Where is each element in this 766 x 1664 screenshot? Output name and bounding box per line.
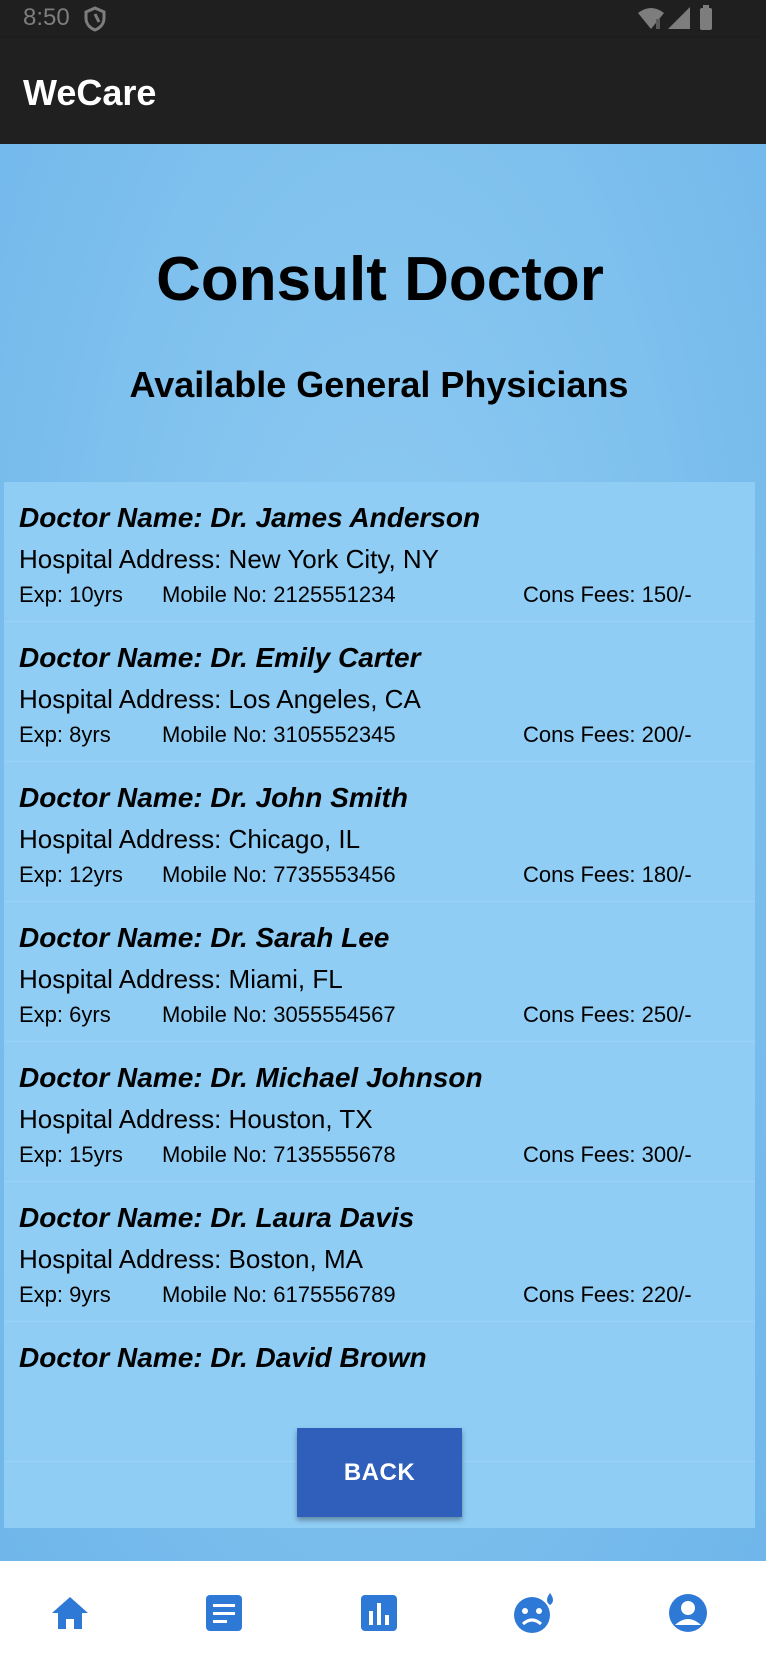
nav-profile[interactable] bbox=[666, 1591, 710, 1635]
doctor-item[interactable]: Doctor Name: Dr. Sarah Lee Hospital Addr… bbox=[4, 902, 755, 1042]
shield-icon bbox=[84, 6, 106, 37]
doctor-name: Doctor Name: Dr. James Anderson bbox=[19, 502, 481, 533]
sad-face-icon bbox=[514, 1593, 553, 1633]
status-time: 8:50 bbox=[23, 4, 70, 31]
page-subtitle: Available General Physicians bbox=[129, 364, 629, 405]
doctor-item[interactable]: Doctor Name: Dr. Laura Davis Hospital Ad… bbox=[4, 1182, 755, 1322]
doctor-mobile: Mobile No: 6175556789 bbox=[162, 1282, 396, 1307]
doctor-name: Doctor Name: Dr. Sarah Lee bbox=[19, 922, 390, 953]
doctor-item[interactable]: Doctor Name: Dr. Emily Carter Hospital A… bbox=[4, 622, 755, 762]
doctor-name: Doctor Name: Dr. Michael Johnson bbox=[19, 1062, 483, 1093]
nav-records[interactable] bbox=[202, 1591, 246, 1635]
doctor-name: Doctor Name: Dr. David Brown bbox=[19, 1342, 427, 1373]
wifi-icon bbox=[638, 8, 664, 29]
doctor-item[interactable]: Doctor Name: Dr. John Smith Hospital Add… bbox=[4, 762, 755, 902]
doctor-name: Doctor Name: Dr. Emily Carter bbox=[19, 642, 421, 673]
doctor-name: Doctor Name: Dr. John Smith bbox=[19, 782, 408, 813]
hospital-address: Hospital Address: Houston, TX bbox=[19, 1104, 373, 1134]
doctor-experience: Exp: 9yrs bbox=[19, 1282, 111, 1307]
doctor-experience: Exp: 8yrs bbox=[19, 722, 111, 747]
doctor-name: Doctor Name: Dr. Laura Davis bbox=[19, 1202, 415, 1233]
page-title: Consult Doctor bbox=[156, 245, 604, 314]
hospital-address: Hospital Address: Los Angeles, CA bbox=[19, 684, 421, 714]
nav-home[interactable] bbox=[48, 1591, 92, 1635]
hospital-address: Hospital Address: Miami, FL bbox=[19, 964, 343, 994]
doctor-mobile: Mobile No: 7735553456 bbox=[162, 862, 396, 887]
doctor-list[interactable]: Doctor Name: Dr. James Anderson Hospital… bbox=[4, 482, 755, 1528]
nav-stats[interactable] bbox=[357, 1591, 401, 1635]
profile-icon bbox=[669, 1594, 707, 1632]
bottom-navigation bbox=[0, 1561, 766, 1664]
doctor-mobile: Mobile No: 2125551234 bbox=[162, 582, 396, 607]
doctor-experience: Exp: 15yrs bbox=[19, 1142, 123, 1167]
doctor-mobile: Mobile No: 7135555678 bbox=[162, 1142, 396, 1167]
consultation-fees: Cons Fees: 150/- bbox=[523, 582, 692, 607]
doctor-experience: Exp: 12yrs bbox=[19, 862, 123, 887]
app-title: WeCare bbox=[23, 72, 157, 113]
consultation-fees: Cons Fees: 300/- bbox=[523, 1142, 692, 1167]
doctor-item[interactable]: Doctor Name: Dr. James Anderson Hospital… bbox=[4, 482, 755, 622]
doctor-experience: Exp: 10yrs bbox=[19, 582, 123, 607]
battery-icon bbox=[700, 5, 712, 30]
home-icon bbox=[52, 1597, 88, 1629]
main-content: Consult Doctor Available General Physici… bbox=[0, 144, 766, 1561]
consultation-fees: Cons Fees: 200/- bbox=[523, 722, 692, 747]
document-icon bbox=[206, 1595, 242, 1631]
consultation-fees: Cons Fees: 180/- bbox=[523, 862, 692, 887]
hospital-address: Hospital Address: New York City, NY bbox=[19, 544, 440, 574]
status-bar: 8:50 bbox=[0, 0, 766, 38]
doctor-item[interactable]: Doctor Name: Dr. Michael Johnson Hospita… bbox=[4, 1042, 755, 1182]
status-icons bbox=[636, 5, 716, 38]
signal-icon bbox=[668, 7, 690, 29]
app-bar: WeCare bbox=[0, 38, 766, 144]
doctor-mobile: Mobile No: 3055554567 bbox=[162, 1002, 396, 1027]
hospital-address: Hospital Address: Boston, MA bbox=[19, 1244, 363, 1274]
consultation-fees: Cons Fees: 250/- bbox=[523, 1002, 692, 1027]
doctor-mobile: Mobile No: 3105552345 bbox=[162, 722, 396, 747]
nav-mood[interactable] bbox=[512, 1591, 556, 1635]
consultation-fees: Cons Fees: 220/- bbox=[523, 1282, 692, 1307]
chart-icon bbox=[361, 1595, 397, 1631]
back-button[interactable]: BACK bbox=[297, 1428, 462, 1517]
hospital-address: Hospital Address: Chicago, IL bbox=[19, 824, 361, 854]
doctor-experience: Exp: 6yrs bbox=[19, 1002, 111, 1027]
